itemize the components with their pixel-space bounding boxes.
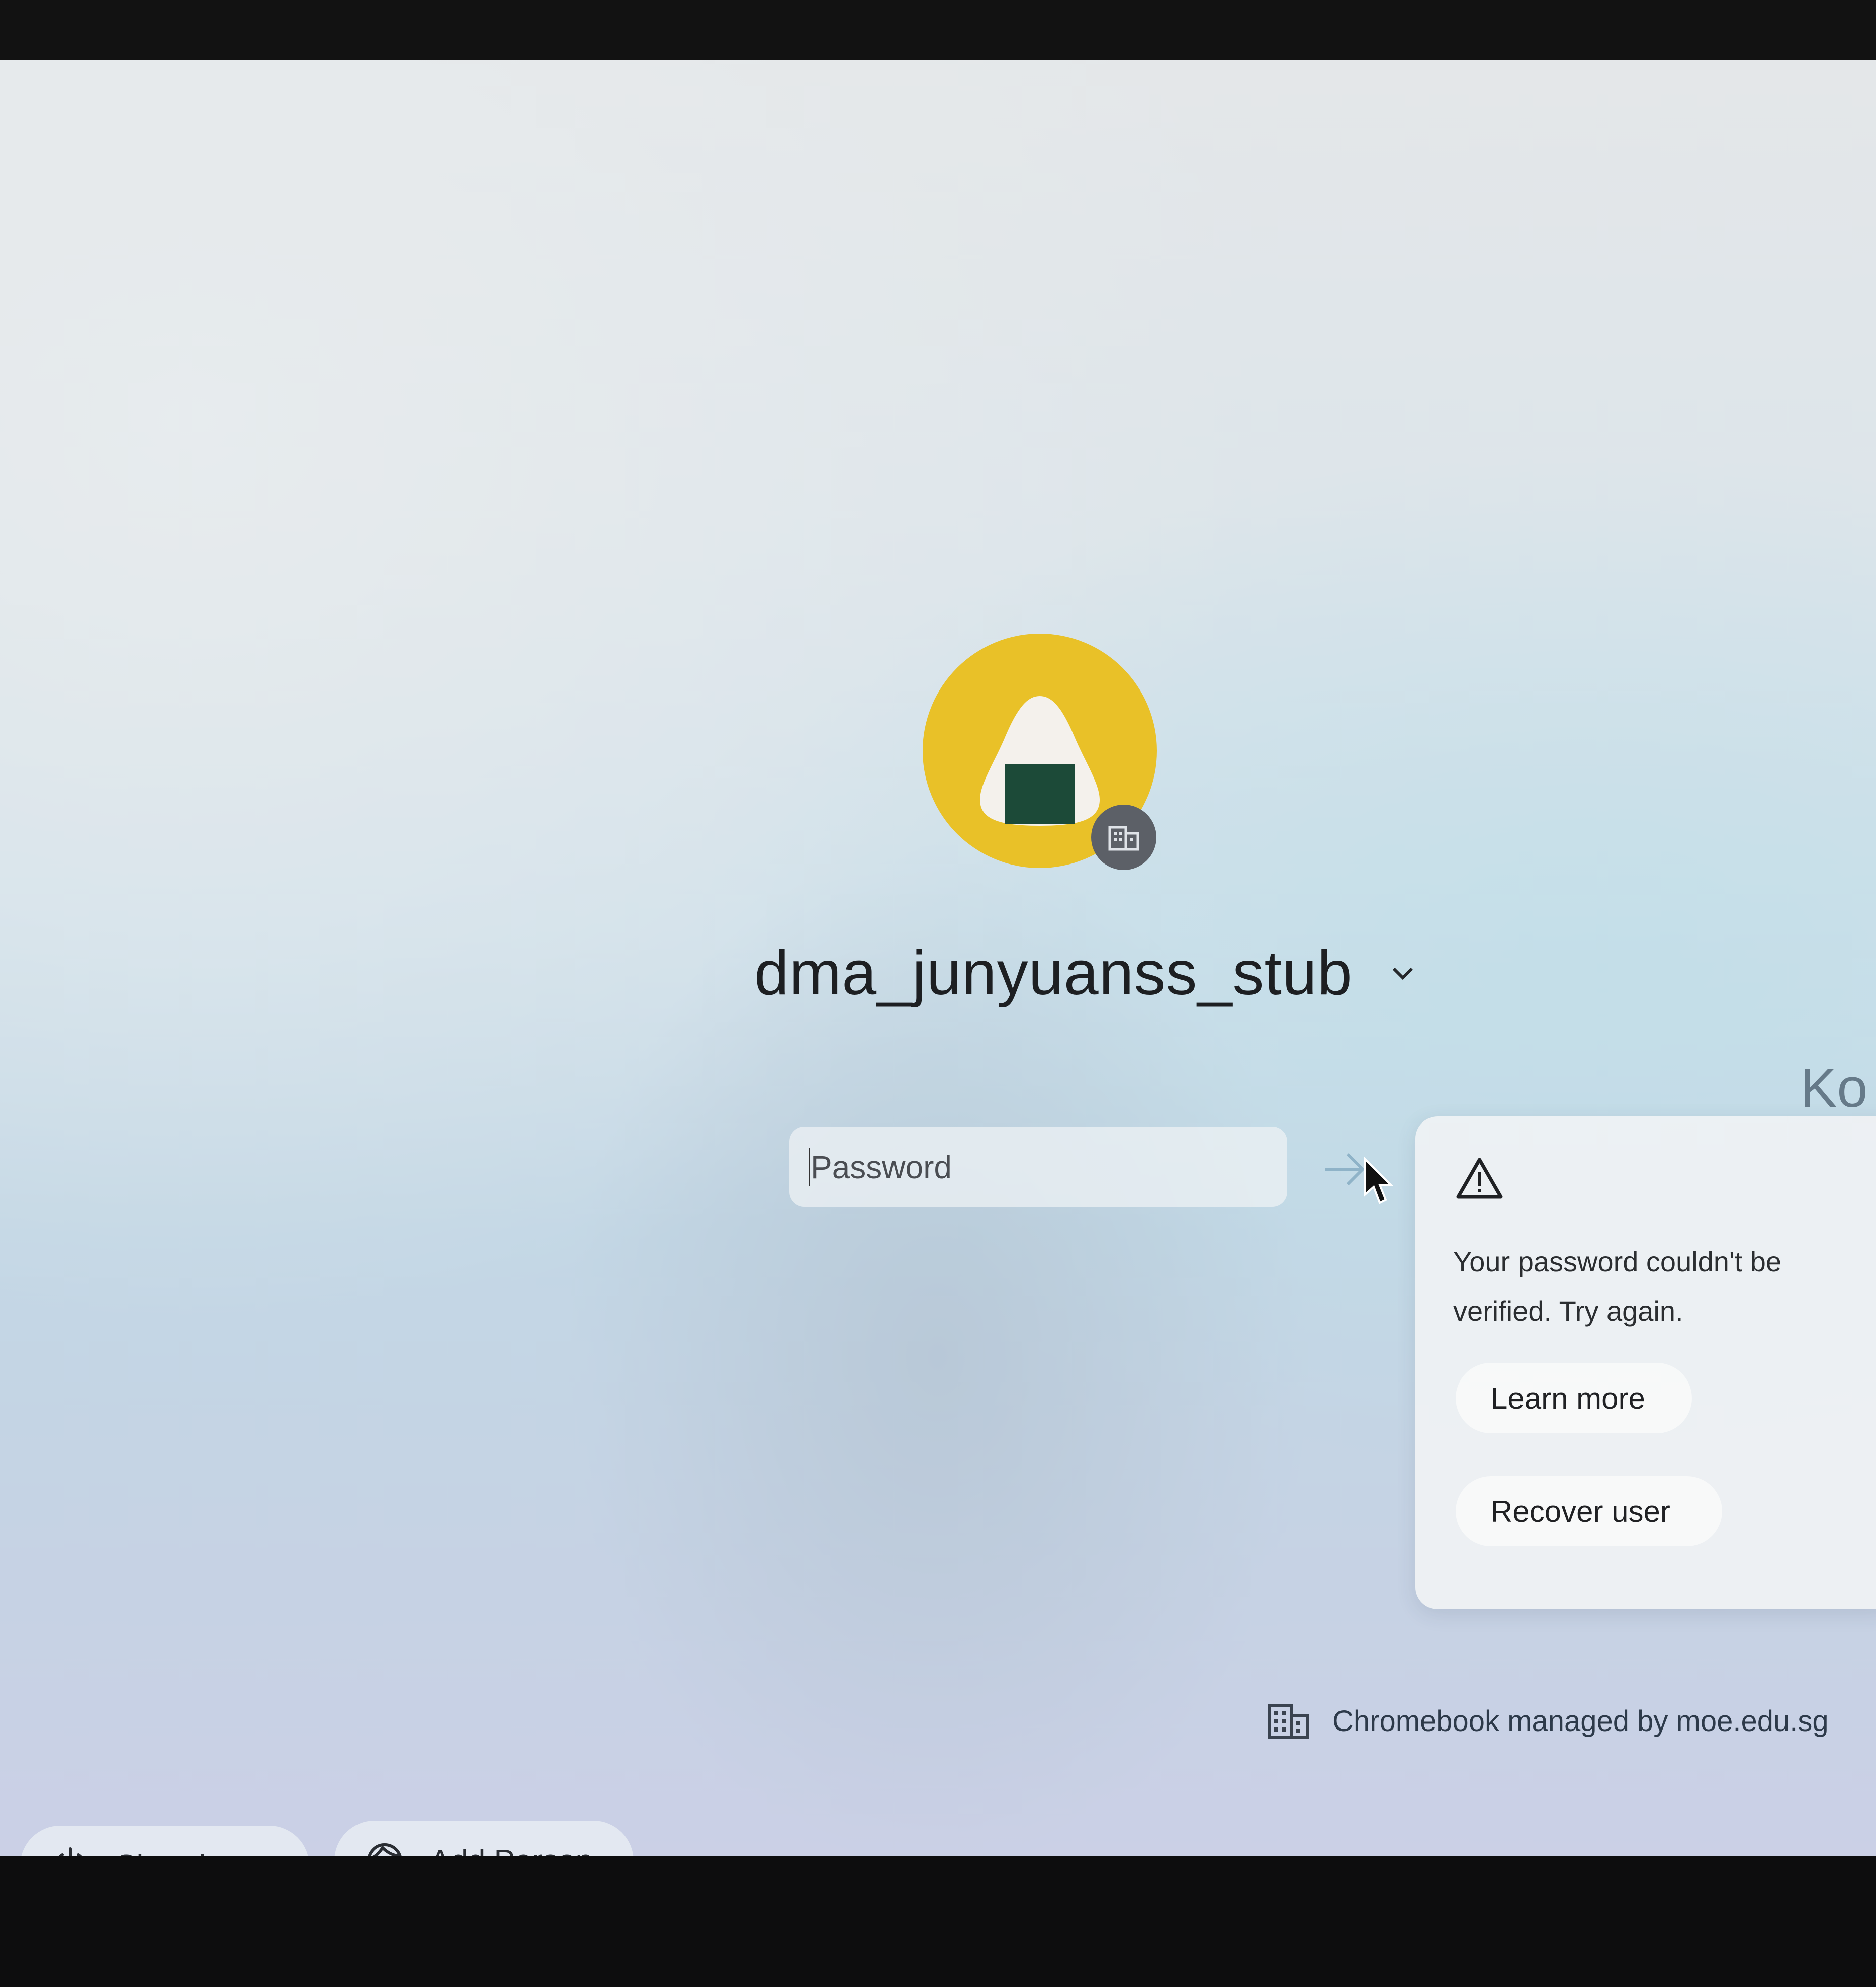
- mouse-cursor-icon: [1364, 1157, 1393, 1204]
- password-field-container: [789, 1127, 1287, 1208]
- next-user-peek[interactable]: Ko: [1800, 1056, 1868, 1120]
- onigiri-icon: [980, 696, 1100, 826]
- error-bubble: Your password couldn't be verified. Try …: [1415, 1116, 1876, 1609]
- building-icon: [1268, 1704, 1309, 1739]
- warning-triangle-icon: [1456, 1158, 1503, 1199]
- username-label: dma_junyuanss_stub: [754, 938, 1353, 1008]
- screen-bezel-top: [0, 0, 1876, 65]
- learn-more-button[interactable]: Learn more: [1456, 1363, 1692, 1433]
- recover-user-button[interactable]: Recover user: [1456, 1476, 1722, 1546]
- recover-user-label: Recover user: [1491, 1494, 1670, 1528]
- login-screen: dma_junyuanss_stub Ko Your password coul…: [0, 60, 1876, 1861]
- submit-arrow-icon[interactable]: [1322, 1147, 1368, 1192]
- add-person-button[interactable]: Add Person: [334, 1821, 634, 1861]
- chevron-down-icon[interactable]: [1388, 958, 1418, 988]
- managed-notice: Chromebook managed by moe.edu.sg: [1267, 1702, 1829, 1740]
- user-selector[interactable]: dma_junyuanss_stub: [754, 930, 1418, 1016]
- enterprise-badge-icon: [1091, 805, 1156, 870]
- managed-text: Chromebook managed by moe.edu.sg: [1332, 1705, 1829, 1738]
- password-input[interactable]: [810, 1127, 1264, 1208]
- screen-bezel-bottom: [0, 1856, 1876, 1987]
- learn-more-label: Learn more: [1491, 1381, 1645, 1415]
- error-message: Your password couldn't be verified. Try …: [1453, 1246, 1782, 1327]
